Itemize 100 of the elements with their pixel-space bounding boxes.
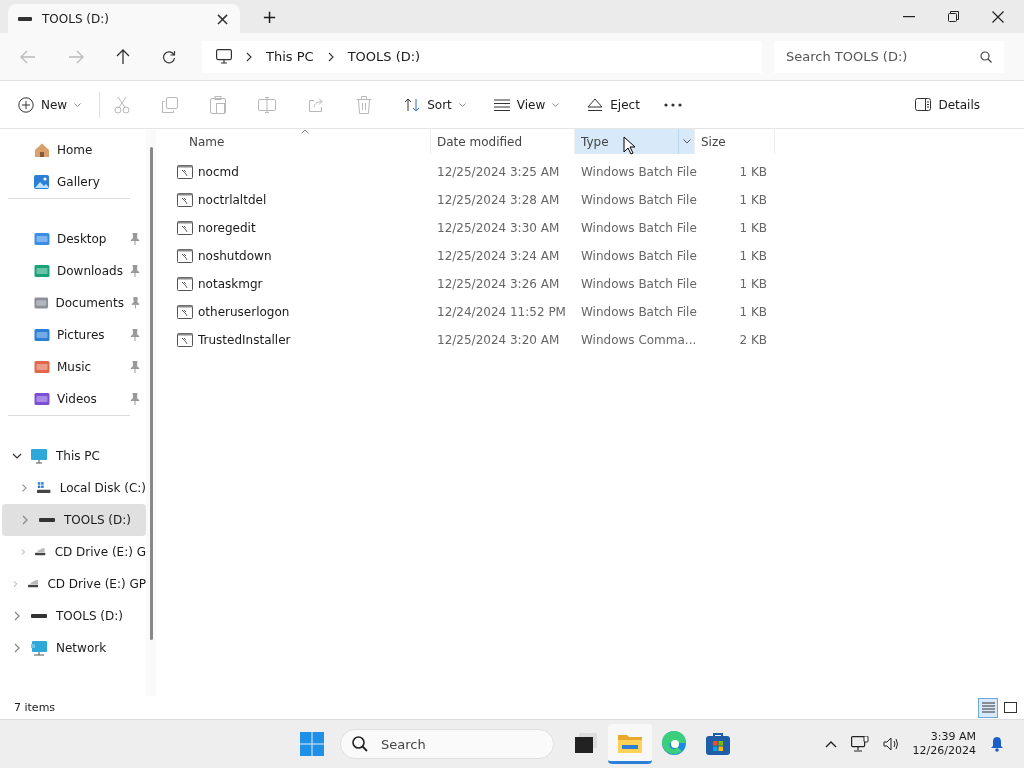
forward-icon[interactable]: [68, 49, 84, 64]
breadcrumb[interactable]: This PC: [266, 49, 314, 64]
date-cell-text: 12/25/2024 3:28 AM: [436, 193, 561, 207]
restore-icon[interactable]: [948, 11, 959, 22]
more-icon[interactable]: [663, 102, 682, 107]
volume-icon[interactable]: [882, 737, 899, 751]
address-bar[interactable]: This PC TOOLS (D:): [202, 40, 762, 73]
file-row[interactable]: noregedit 12/25/2024 3:30 AM Windows Batch File 1 KB: [171, 214, 1024, 242]
folder-icon: [34, 391, 50, 407]
eject-icon: [587, 97, 604, 112]
tree-item[interactable]: CD Drive (E:) GP: [8, 568, 146, 600]
refresh-icon[interactable]: [162, 49, 176, 64]
column-header[interactable]: Type: [575, 129, 695, 154]
pin-icon[interactable]: [130, 233, 140, 245]
folder-icon: [34, 295, 49, 311]
chevron-icon: [12, 579, 19, 589]
disk-icon: [37, 481, 51, 495]
sidebar-item[interactable]: Music: [8, 351, 146, 383]
sidebar-item[interactable]: Videos: [8, 383, 146, 415]
type-cell-text: Windows Batch File: [580, 165, 695, 179]
pin-icon[interactable]: [130, 393, 140, 405]
sidebar-item[interactable]: Downloads: [8, 255, 146, 287]
file-row[interactable]: noctrlaltdel 12/25/2024 3:28 AM Windows Batch File 1 KB: [171, 186, 1024, 214]
sidebar-item[interactable]: Gallery: [8, 166, 146, 198]
new-button[interactable]: New: [18, 96, 82, 113]
pin-icon[interactable]: [130, 329, 140, 341]
tree-item[interactable]: This PC: [8, 440, 146, 472]
tree-item[interactable]: Network: [8, 632, 146, 664]
clock[interactable]: 3:39 AM 12/26/2024: [912, 729, 976, 759]
breadcrumb[interactable]: TOOLS (D:): [347, 49, 421, 64]
sidebar-item[interactable]: Desktop: [8, 223, 146, 255]
close-tab-button[interactable]: ×: [214, 9, 230, 28]
batch-file-icon: [177, 221, 193, 235]
monitor-icon: [216, 49, 232, 64]
caret-icon: [74, 102, 82, 107]
file-row[interactable]: notaskmgr 12/25/2024 3:26 AM Windows Batch File 1 KB: [171, 270, 1024, 298]
tree-item[interactable]: TOOLS (D:): [8, 600, 146, 632]
start-icon[interactable]: [300, 732, 324, 756]
mouse-cursor-icon: [623, 136, 636, 155]
folder-icon: [34, 263, 50, 279]
eject-button[interactable]: Eject: [587, 97, 640, 112]
pin-icon[interactable]: [130, 361, 140, 373]
details-pane-icon: [915, 98, 932, 111]
chevron-icon: [327, 51, 334, 62]
view-button[interactable]: View: [493, 97, 560, 112]
browser-icon: [662, 730, 686, 755]
folder-icon: [618, 732, 642, 753]
file-row[interactable]: nocmd 12/25/2024 3:25 AM Windows Batch File 1 KB: [171, 158, 1024, 186]
network-icon: [31, 640, 47, 656]
file-row[interactable]: TrustedInstaller 12/25/2024 3:20 AM Windows Comma... 2 KB: [171, 326, 1024, 354]
scrollbar-thumb[interactable]: [149, 147, 153, 640]
search-field[interactable]: Search TOOLS (D:): [774, 40, 1004, 73]
file-name: noctrlaltdel: [198, 193, 267, 207]
sidebar-item[interactable]: Documents: [8, 287, 146, 319]
minimize-icon[interactable]: [903, 15, 915, 18]
close-icon[interactable]: [992, 10, 1004, 23]
up-icon[interactable]: [116, 48, 130, 65]
pin-icon[interactable]: [130, 297, 140, 309]
caret-icon: [552, 102, 560, 107]
notification-bell-icon[interactable]: [990, 736, 1004, 752]
tree-item[interactable]: CD Drive (E:) G: [8, 536, 146, 568]
back-icon[interactable]: [20, 49, 36, 64]
house-icon: [34, 142, 50, 158]
tree-item[interactable]: TOOLS (D:): [2, 504, 146, 536]
file-name: noshutdown: [198, 249, 272, 263]
sidebar-item[interactable]: Home: [8, 134, 146, 166]
batch-file-icon: [177, 277, 193, 291]
new-tab-button[interactable]: +: [262, 7, 278, 26]
sort-button[interactable]: Sort: [404, 97, 466, 112]
size-cell-text: 1 KB: [738, 249, 768, 263]
chevron-up-icon[interactable]: [824, 740, 837, 748]
column-header[interactable]: Size: [695, 129, 775, 154]
file-row[interactable]: otheruserlogon 12/24/2024 11:52 PM Windows Batch File 1 KB: [171, 298, 1024, 326]
view-toggle[interactable]: [978, 697, 998, 718]
date-cell-text: 12/25/2024 3:20 AM: [436, 333, 561, 347]
pin-icon[interactable]: [130, 265, 140, 277]
batch-file-icon: [177, 305, 193, 319]
date-cell-text: 12/24/2024 11:52 PM: [436, 305, 567, 319]
folder-icon: [34, 359, 50, 375]
sidebar-item[interactable]: Pictures: [8, 319, 146, 351]
type-cell-text: Windows Comma...: [580, 333, 695, 347]
network-status-icon[interactable]: [850, 736, 869, 752]
size-cell-text: 1 KB: [738, 193, 768, 207]
details-button[interactable]: Details: [915, 97, 980, 112]
chevron-icon: [246, 51, 252, 62]
gallery-icon: [34, 174, 50, 190]
cd-drive-icon: [35, 546, 46, 558]
drive-icon: [18, 15, 32, 22]
chevron-icon: [20, 483, 29, 493]
list-icon: [493, 98, 510, 111]
file-name: otheruserlogon: [198, 305, 290, 319]
file-row[interactable]: noshutdown 12/25/2024 3:24 AM Windows Batch File 1 KB: [171, 242, 1024, 270]
column-header[interactable]: Name: [171, 129, 431, 154]
store-icon: [706, 730, 730, 755]
taskbar-search-field[interactable]: Search: [340, 729, 554, 759]
sort-icon: [404, 97, 421, 112]
drive-icon: [39, 517, 55, 523]
tree-item[interactable]: Local Disk (C:): [8, 472, 146, 504]
folder-icon: [34, 231, 50, 247]
explorer-tab[interactable]: TOOLS (D:) ×: [8, 4, 240, 33]
